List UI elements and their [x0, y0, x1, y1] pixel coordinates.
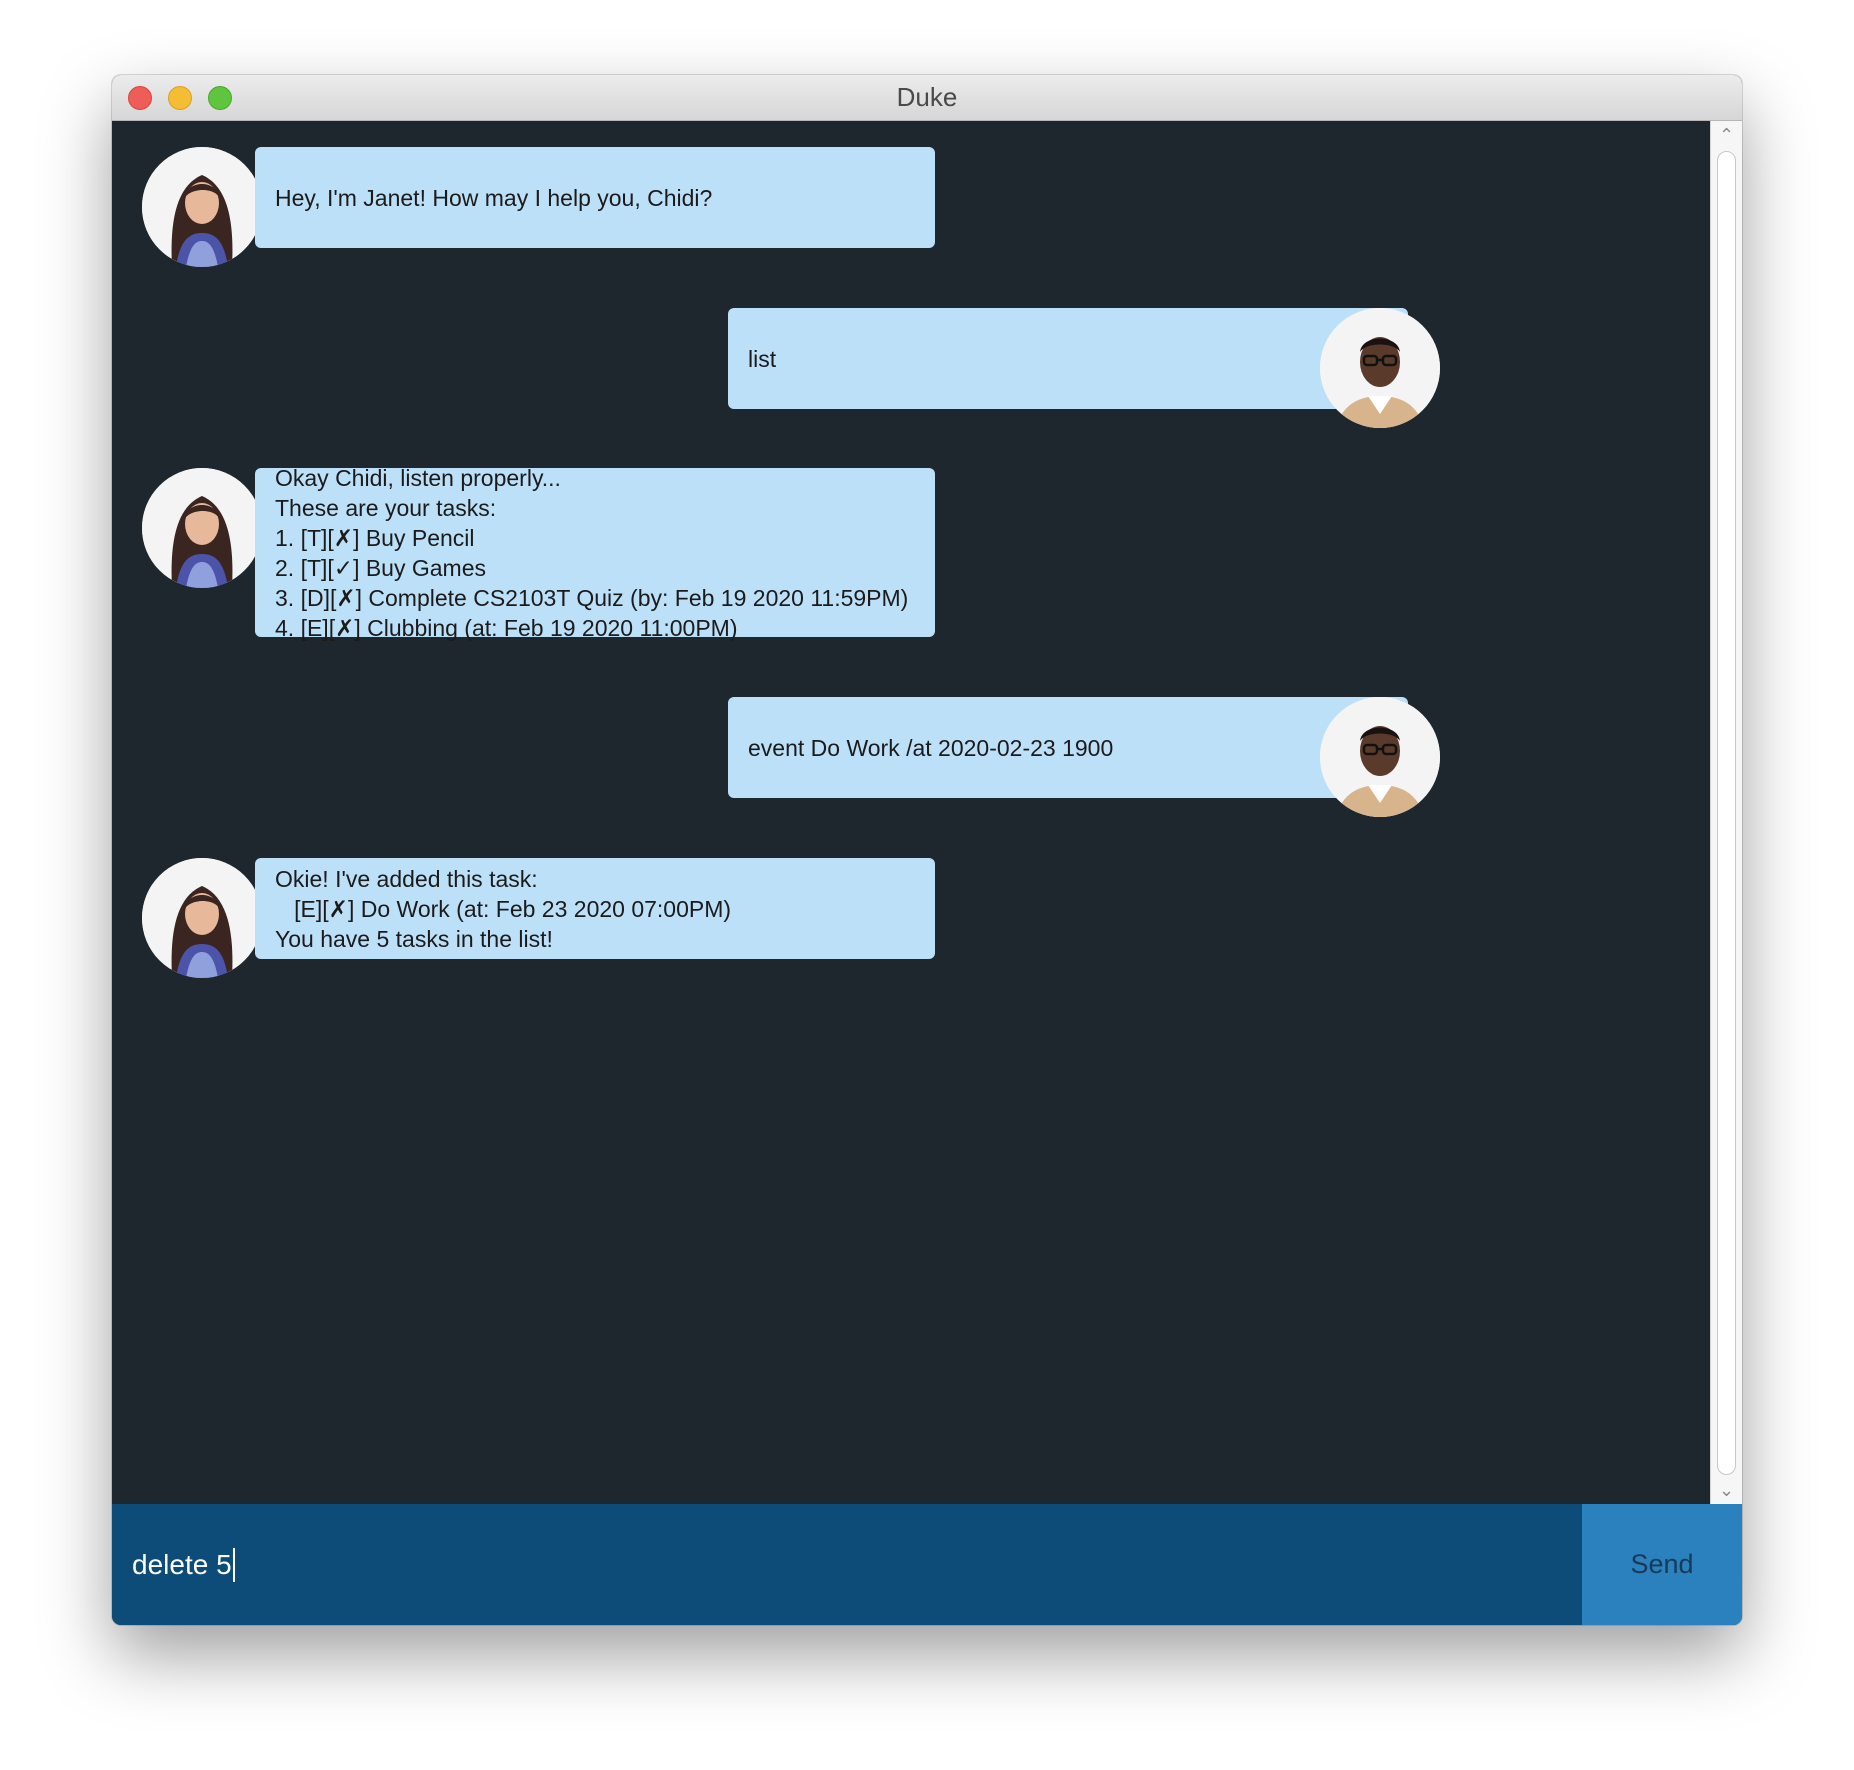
- janet-message-bubble: Okie! I've added this task: [E][✗] Do Wo…: [255, 858, 935, 959]
- scroll-down-icon[interactable]: ⌄: [1711, 1476, 1742, 1504]
- scroll-thumb[interactable]: [1717, 151, 1736, 1475]
- chat-scrollbar[interactable]: ⌃ ⌄: [1710, 121, 1742, 1504]
- app-window: Duke Hey, I'm Janet! How may I help you,…: [112, 75, 1742, 1625]
- janet-avatar: [142, 147, 262, 267]
- scroll-track[interactable]: [1717, 151, 1736, 1475]
- title-bar: Duke: [112, 75, 1742, 121]
- chidi-avatar: [1320, 308, 1440, 428]
- message-text: Okie! I've added this task: [E][✗] Do Wo…: [275, 865, 732, 952]
- message-input-value: delete 5: [132, 1549, 232, 1580]
- send-button[interactable]: Send: [1582, 1504, 1742, 1625]
- janet-avatar: [142, 858, 262, 978]
- message-input[interactable]: delete 5: [112, 1504, 1582, 1625]
- scroll-up-icon[interactable]: ⌃: [1711, 121, 1742, 149]
- chidi-message-bubble: event Do Work /at 2020-02-23 1900: [728, 697, 1408, 798]
- janet-avatar: [142, 468, 262, 588]
- input-bar: delete 5 Send: [112, 1504, 1742, 1625]
- window-title: Duke: [896, 82, 958, 112]
- message-text: Okay Chidi, listen properly... These are…: [275, 464, 909, 641]
- janet-message-bubble: Hey, I'm Janet! How may I help you, Chid…: [255, 147, 935, 248]
- janet-message-bubble: Okay Chidi, listen properly... These are…: [255, 465, 935, 641]
- message-text: list: [748, 345, 777, 372]
- chidi-avatar: [1320, 697, 1440, 817]
- chat-area[interactable]: Hey, I'm Janet! How may I help you, Chid…: [112, 121, 1710, 1504]
- message-text: Hey, I'm Janet! How may I help you, Chid…: [275, 184, 713, 211]
- chidi-message-bubble: list: [728, 308, 1408, 409]
- text-caret: [232, 1547, 235, 1582]
- message-text: event Do Work /at 2020-02-23 1900: [748, 734, 1114, 761]
